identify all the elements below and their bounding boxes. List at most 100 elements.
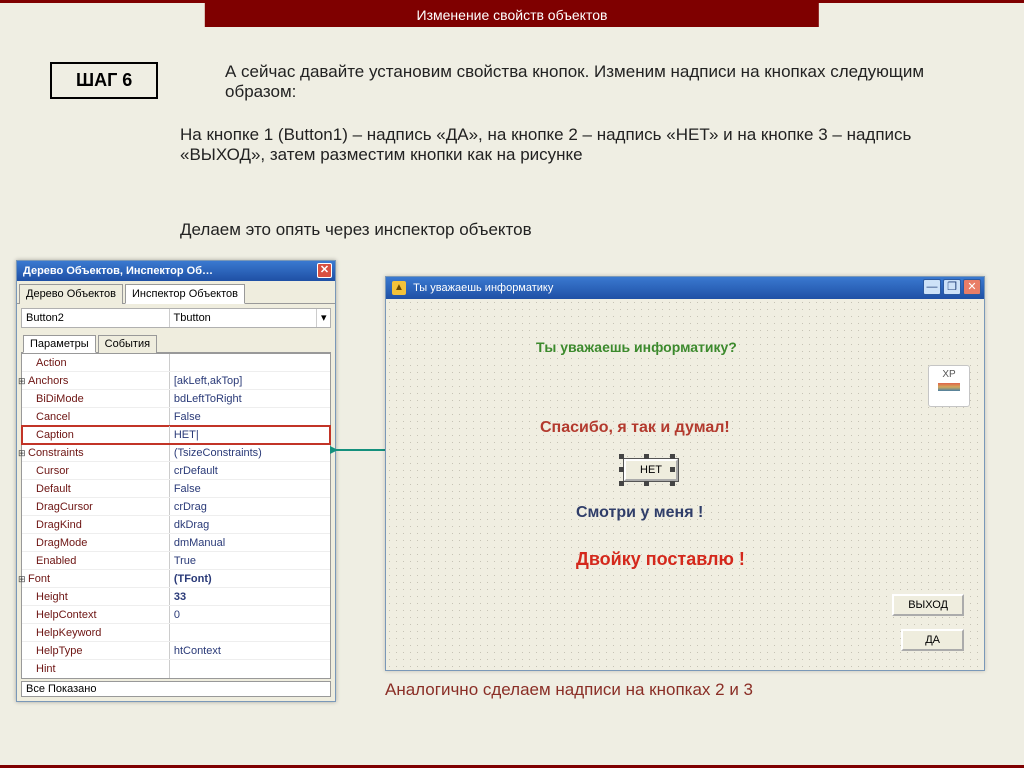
- property-name: Constraints: [22, 444, 170, 461]
- close-button[interactable]: ✕: [963, 279, 981, 295]
- property-value[interactable]: (TFont): [170, 570, 330, 587]
- property-row[interactable]: HelpContext0: [22, 606, 330, 624]
- property-value[interactable]: False: [170, 480, 330, 497]
- intro-paragraph-1: А сейчас давайте установим свойства кноп…: [225, 62, 974, 102]
- selection-handle[interactable]: [644, 454, 649, 459]
- label-warn[interactable]: Смотри у меня !: [576, 504, 703, 522]
- inspector-sub-tabs: Параметры События: [21, 332, 331, 353]
- property-value[interactable]: [akLeft,akTop]: [170, 372, 330, 389]
- property-name: DragCursor: [22, 498, 170, 515]
- property-value[interactable]: crDrag: [170, 498, 330, 515]
- label-threat[interactable]: Двойку поставлю !: [576, 549, 745, 570]
- property-row[interactable]: DragModedmManual: [22, 534, 330, 552]
- button-exit[interactable]: ВЫХОД: [892, 594, 964, 616]
- form-titlebar[interactable]: ▲ Ты уважаешь информатику — ❐ ✕: [386, 277, 984, 299]
- property-value[interactable]: dmManual: [170, 534, 330, 551]
- tab-tree[interactable]: Дерево Объектов: [19, 284, 123, 304]
- property-row[interactable]: HelpTypehtContext: [22, 642, 330, 660]
- property-name: HelpKeyword: [22, 624, 170, 641]
- property-row[interactable]: Anchors[akLeft,akTop]: [22, 372, 330, 390]
- property-value[interactable]: [170, 624, 330, 641]
- xp-manifest-icon[interactable]: XP: [928, 365, 970, 407]
- property-name: Caption: [22, 426, 170, 443]
- chevron-down-icon[interactable]: ▾: [316, 309, 330, 327]
- property-name: Font: [22, 570, 170, 587]
- property-row[interactable]: DragCursorcrDrag: [22, 498, 330, 516]
- form-title-text: Ты уважаешь информатику: [413, 282, 553, 294]
- tab-parameters[interactable]: Параметры: [23, 335, 96, 353]
- property-row[interactable]: Action: [22, 354, 330, 372]
- label-question[interactable]: Ты уважаешь информатику?: [536, 339, 737, 355]
- object-name-field[interactable]: Button2: [22, 309, 170, 327]
- selection-handle[interactable]: [619, 454, 624, 459]
- label-answer[interactable]: Спасибо, я так и думал!: [540, 419, 730, 437]
- property-row[interactable]: HelpKeyword: [22, 624, 330, 642]
- property-value[interactable]: 33: [170, 588, 330, 605]
- selection-handle[interactable]: [670, 481, 675, 486]
- property-value[interactable]: [170, 660, 330, 678]
- property-row[interactable]: Font(TFont): [22, 570, 330, 588]
- maximize-button[interactable]: ❐: [943, 279, 961, 295]
- property-value[interactable]: bdLeftToRight: [170, 390, 330, 407]
- property-row[interactable]: DefaultFalse: [22, 480, 330, 498]
- property-name: Height: [22, 588, 170, 605]
- property-name: Default: [22, 480, 170, 497]
- tab-events[interactable]: События: [98, 335, 157, 353]
- property-value[interactable]: htContext: [170, 642, 330, 659]
- property-value[interactable]: False: [170, 408, 330, 425]
- selection-handle[interactable]: [670, 467, 675, 472]
- property-row[interactable]: CancelFalse: [22, 408, 330, 426]
- inspector-status: Все Показано: [21, 681, 331, 697]
- property-row[interactable]: CursorcrDefault: [22, 462, 330, 480]
- property-name: Anchors: [22, 372, 170, 389]
- inspector-title-text: Дерево Объектов, Инспектор Об…: [23, 265, 213, 277]
- intro-paragraph-2: На кнопке 1 (Button1) – надпись «ДА», на…: [180, 125, 974, 165]
- tab-inspector[interactable]: Инспектор Объектов: [125, 284, 245, 304]
- slide-title-bar: Изменение свойств объектов: [205, 3, 819, 27]
- property-row[interactable]: CaptionНЕТ|: [22, 426, 330, 444]
- selection-handle[interactable]: [644, 481, 649, 486]
- property-name: Hint: [22, 660, 170, 678]
- object-selector[interactable]: Button2 Tbutton ▾: [21, 308, 331, 328]
- selection-handle[interactable]: [619, 467, 624, 472]
- property-name: Cursor: [22, 462, 170, 479]
- form-canvas[interactable]: Ты уважаешь информатику? XP Спасибо, я т…: [386, 299, 984, 670]
- property-value[interactable]: [170, 354, 330, 371]
- property-row[interactable]: DragKinddkDrag: [22, 516, 330, 534]
- app-icon: ▲: [392, 281, 406, 295]
- property-name: HelpContext: [22, 606, 170, 623]
- property-row[interactable]: Constraints(TsizeConstraints): [22, 444, 330, 462]
- selection-handle[interactable]: [619, 481, 624, 486]
- button-yes[interactable]: ДА: [901, 629, 964, 651]
- close-icon[interactable]: ✕: [317, 263, 332, 278]
- property-value[interactable]: crDefault: [170, 462, 330, 479]
- footer-note: Аналогично сделаем надписи на кнопках 2 …: [385, 680, 753, 700]
- intro-paragraph-3: Делаем это опять через инспектор объекто…: [180, 220, 974, 240]
- xp-text: XP: [942, 369, 955, 380]
- property-row[interactable]: Hint: [22, 660, 330, 678]
- property-grid[interactable]: ActionAnchors[akLeft,akTop]BiDiModebdLef…: [21, 353, 331, 679]
- property-value[interactable]: True: [170, 552, 330, 569]
- property-name: DragMode: [22, 534, 170, 551]
- inspector-top-tabs: Дерево Объектов Инспектор Объектов: [17, 281, 335, 304]
- property-row[interactable]: BiDiModebdLeftToRight: [22, 390, 330, 408]
- selection-handle[interactable]: [670, 454, 675, 459]
- property-row[interactable]: Height33: [22, 588, 330, 606]
- object-class-field: Tbutton: [170, 309, 317, 327]
- property-name: BiDiMode: [22, 390, 170, 407]
- property-name: HelpType: [22, 642, 170, 659]
- object-inspector-window: Дерево Объектов, Инспектор Об… ✕ Дерево …: [16, 260, 336, 702]
- inspector-titlebar[interactable]: Дерево Объектов, Инспектор Об… ✕: [17, 261, 335, 281]
- property-value[interactable]: dkDrag: [170, 516, 330, 533]
- form-designer-window: ▲ Ты уважаешь информатику — ❐ ✕ Ты уважа…: [385, 276, 985, 671]
- property-row[interactable]: EnabledTrue: [22, 552, 330, 570]
- step-badge: ШАГ 6: [50, 62, 158, 99]
- property-name: Action: [22, 354, 170, 371]
- property-name: Cancel: [22, 408, 170, 425]
- minimize-button[interactable]: —: [923, 279, 941, 295]
- property-name: Enabled: [22, 552, 170, 569]
- property-value[interactable]: 0: [170, 606, 330, 623]
- property-value[interactable]: (TsizeConstraints): [170, 444, 330, 461]
- property-name: DragKind: [22, 516, 170, 533]
- property-value[interactable]: НЕТ|: [170, 426, 330, 443]
